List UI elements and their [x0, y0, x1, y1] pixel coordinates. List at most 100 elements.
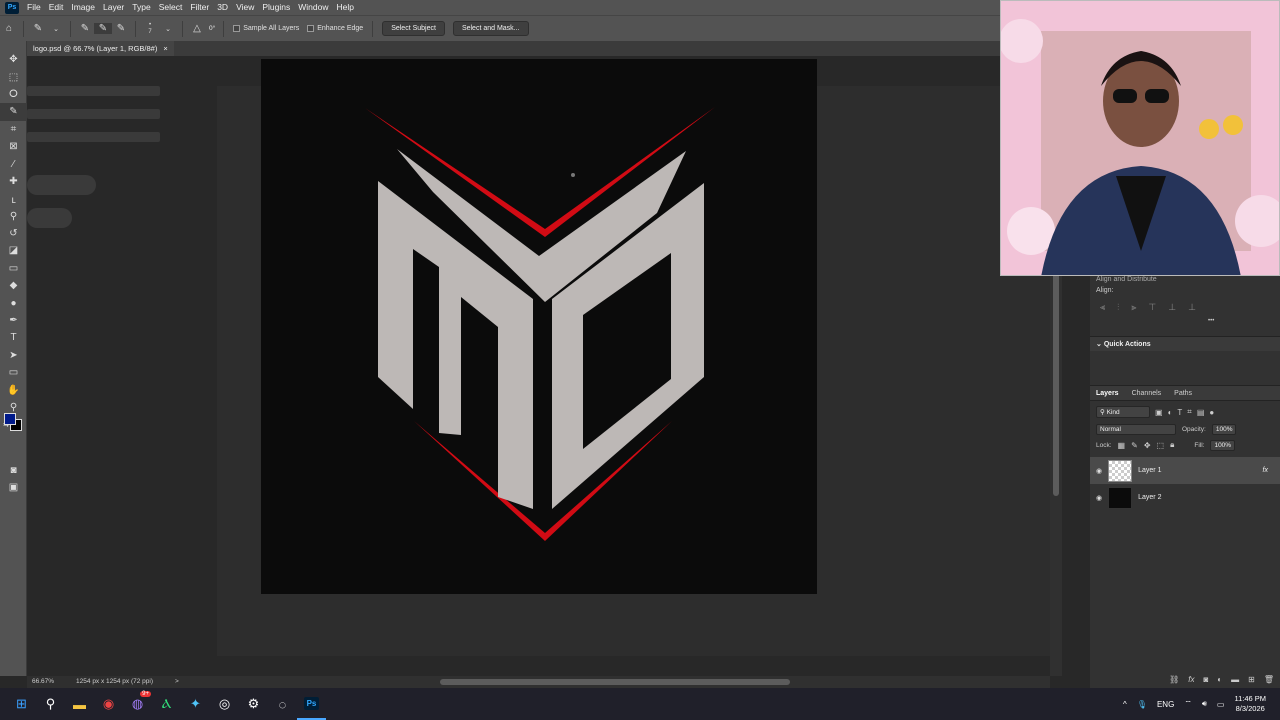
new-selection-icon[interactable]: ✎ [76, 23, 94, 34]
type-filter-icon[interactable]: T [1177, 408, 1182, 417]
menu-type[interactable]: Type [128, 0, 154, 15]
battery-icon[interactable]: ▭ [1217, 700, 1225, 709]
checkbox-box[interactable] [233, 25, 241, 32]
foreground-color-swatch[interactable] [4, 413, 16, 425]
quick-actions-header[interactable]: ⌄ Quick Actions [1090, 336, 1280, 351]
new-adjustment-layer-icon[interactable]: ◐ [1217, 675, 1222, 684]
adjustment-filter-icon[interactable]: ◐ [1168, 408, 1173, 417]
frame-tool-icon[interactable]: ⊠ [0, 138, 27, 155]
marquee-tool-icon[interactable]: ⬚ [0, 68, 27, 85]
menu-window[interactable]: Window [294, 0, 332, 15]
align-right-icon[interactable]: ⫸ [1131, 302, 1136, 313]
rectangle-tool-icon[interactable]: ▭ [0, 364, 27, 381]
windows-start-icon[interactable]: ⊞ [7, 688, 36, 720]
add-layer-style-icon[interactable]: fx [1188, 675, 1194, 684]
more-options-icon[interactable]: ••• [1090, 318, 1280, 324]
menu-help[interactable]: Help [332, 0, 357, 15]
gradient-tool-icon[interactable]: ▭ [0, 260, 27, 277]
menu-layer[interactable]: Layer [99, 0, 128, 15]
wifi-icon[interactable]: ⌔ [1184, 699, 1192, 709]
history-brush-tool-icon[interactable]: ↺ [0, 225, 27, 242]
chevron-down-icon[interactable]: ⌄ [159, 25, 177, 33]
pen-tool-icon[interactable]: ✒ [0, 312, 27, 329]
clock[interactable]: 11:46 PM 8/3/2026 [1234, 694, 1266, 714]
kind-filter-select[interactable]: ⚲ Kind [1096, 406, 1150, 418]
align-bottom-icon[interactable]: ⊥ [1188, 302, 1196, 313]
tab-channels[interactable]: Channels [1132, 390, 1162, 397]
lasso-tool-icon[interactable]: ⵔ [0, 86, 27, 103]
menu-select[interactable]: Select [155, 0, 187, 15]
healing-brush-tool-icon[interactable]: ✚ [0, 173, 27, 190]
select-and-mask-button[interactable]: Select and Mask... [452, 21, 529, 36]
clone-stamp-tool-icon[interactable]: ⚲ [0, 208, 27, 225]
path-selection-tool-icon[interactable]: ➤ [0, 347, 27, 364]
app-icon[interactable]: ◌ [268, 688, 297, 720]
chevron-down-icon[interactable]: ⌄ [1096, 341, 1104, 348]
photoshop-taskbar-icon[interactable]: Ps [297, 688, 326, 720]
align-top-icon[interactable]: ⊤ [1148, 302, 1156, 313]
obs-icon[interactable]: ◎ [210, 688, 239, 720]
delete-layer-icon[interactable]: 🗑︎ [1264, 675, 1274, 684]
smart-object-filter-icon[interactable]: ▤ [1197, 408, 1205, 417]
opacity-input[interactable]: 100% [1211, 423, 1237, 435]
document-tab[interactable]: logo.psd @ 66.7% (Layer 1, RGB/8#) × [27, 41, 174, 56]
quick-mask-icon[interactable]: ◙ [0, 462, 27, 479]
menu-file[interactable]: File [23, 0, 45, 15]
file-explorer-icon[interactable]: ▬ [65, 688, 94, 720]
crop-tool-icon[interactable]: ⌗ [0, 121, 27, 138]
horizontal-scrollbar[interactable] [190, 676, 1050, 688]
fx-icon[interactable]: fx [1263, 467, 1268, 474]
lock-all-icon[interactable]: 🔒︎ [1170, 440, 1174, 450]
lock-artboard-icon[interactable]: ⬚ [1157, 441, 1165, 450]
dodge-tool-icon[interactable]: ● [0, 294, 27, 311]
screen-mode-icon[interactable]: ▣ [0, 479, 27, 496]
shape-filter-icon[interactable]: ⌗ [1187, 407, 1192, 417]
menu-image[interactable]: Image [67, 0, 99, 15]
align-center-icon[interactable]: ⫶ [1117, 302, 1119, 313]
blur-tool-icon[interactable]: ◆ [0, 277, 27, 294]
angle-input[interactable]: 0° [206, 24, 218, 33]
menu-3d[interactable]: 3D [213, 0, 232, 15]
chrome-icon[interactable]: ◉ [94, 688, 123, 720]
pixel-filter-icon[interactable]: ▣ [1155, 408, 1163, 417]
layer-row-layer-1[interactable]: ◉ Layer 1 fx [1090, 457, 1280, 484]
blend-mode-select[interactable]: Normal [1096, 423, 1176, 435]
microphone-icon[interactable]: 🎙︎ [1137, 700, 1147, 709]
menu-view[interactable]: View [232, 0, 258, 15]
layer-name[interactable]: Layer 2 [1138, 494, 1161, 501]
fill-input[interactable]: 100% [1210, 439, 1236, 451]
lock-transparent-icon[interactable]: ▦ [1118, 441, 1126, 450]
brush-size-picker[interactable]: • 7 [141, 22, 159, 36]
app-icon[interactable]: ✦ [181, 688, 210, 720]
nvidia-app-icon[interactable]: Ⲁ [152, 688, 181, 720]
lock-position-icon[interactable]: ✥ [1144, 441, 1151, 450]
eye-icon[interactable]: ◉ [1096, 494, 1102, 502]
subtract-from-selection-icon[interactable]: ✎ [112, 23, 130, 34]
steam-icon[interactable]: ⚙ [239, 688, 268, 720]
chevron-down-icon[interactable]: ⌄ [47, 25, 65, 33]
sample-all-layers-checkbox[interactable]: Sample All Layers [233, 25, 299, 32]
enhance-edge-checkbox[interactable]: Enhance Edge [307, 25, 363, 32]
home-icon[interactable]: ⌂ [0, 23, 18, 34]
checkbox-box[interactable] [307, 25, 315, 32]
status-expand-icon[interactable]: > [175, 676, 179, 688]
layer-row-layer-2[interactable]: ◉ Layer 2 [1090, 484, 1280, 511]
document-canvas[interactable] [261, 59, 817, 594]
type-tool-icon[interactable]: T [0, 329, 27, 346]
language-indicator[interactable]: ENG [1157, 700, 1174, 709]
add-mask-icon[interactable]: ◙ [1203, 675, 1208, 684]
lock-image-icon[interactable]: ✎ [1131, 441, 1138, 450]
align-middle-icon[interactable]: ⊥ [1168, 302, 1176, 313]
canvas-area[interactable] [27, 56, 1050, 676]
tab-layers[interactable]: Layers [1096, 390, 1119, 397]
eraser-tool-icon[interactable]: ◪ [0, 242, 27, 259]
eyedropper-tool-icon[interactable]: ⁄ [0, 155, 27, 172]
hand-tool-icon[interactable]: ✋ [0, 381, 27, 398]
align-left-icon[interactable]: ⫷ [1100, 302, 1105, 313]
volume-icon[interactable]: 🔊︎ [1202, 699, 1207, 709]
menu-plugins[interactable]: Plugins [258, 0, 294, 15]
menu-edit[interactable]: Edit [45, 0, 68, 15]
search-icon[interactable]: ⚲ [36, 688, 65, 720]
quick-selection-preset-icon[interactable]: ✎ [29, 23, 47, 34]
menu-filter[interactable]: Filter [186, 0, 213, 15]
